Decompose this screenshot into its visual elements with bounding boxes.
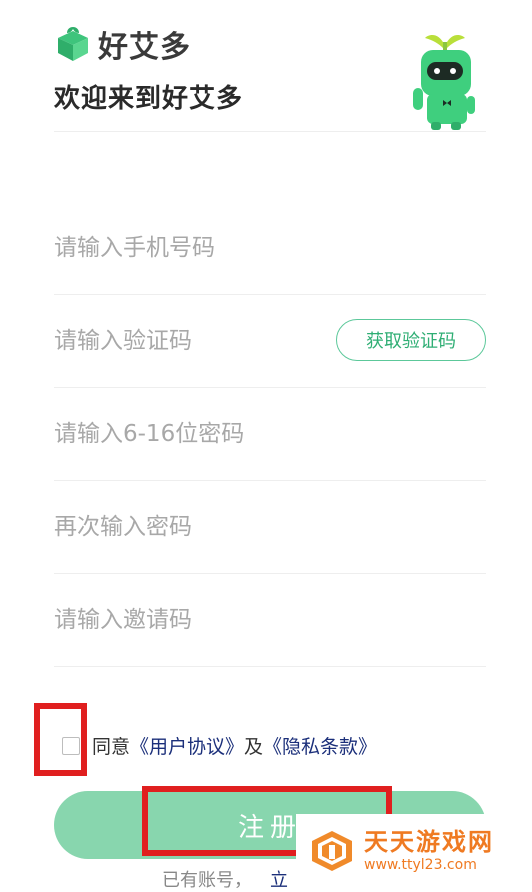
confirm-password-field — [54, 481, 486, 574]
welcome-title: 欢迎来到好艾多 — [54, 84, 244, 114]
password-field — [54, 388, 486, 481]
login-hint: 已有账号，立 — [162, 866, 288, 892]
invite-code-input[interactable] — [54, 574, 324, 666]
brand-logo-icon — [58, 27, 88, 61]
watermark-title: 天天游戏网 — [364, 828, 494, 856]
phone-field — [54, 202, 486, 295]
header: 好艾多 欢迎来到好艾多 — [0, 0, 532, 132]
user-agreement-link[interactable]: 《用户协议》 — [130, 732, 244, 759]
phone-input[interactable] — [54, 202, 324, 294]
agree-checkbox[interactable] — [62, 736, 80, 755]
get-code-button[interactable]: 获取验证码 — [336, 319, 486, 361]
invite-code-field — [54, 574, 486, 667]
header-divider — [54, 131, 486, 132]
verification-code-input[interactable] — [54, 295, 324, 387]
mascot-image — [413, 35, 475, 130]
brand-logo: 好艾多 — [54, 22, 191, 66]
privacy-link[interactable]: 《隐私条款》 — [263, 732, 377, 759]
confirm-password-input[interactable] — [54, 481, 324, 573]
password-input[interactable] — [54, 388, 324, 480]
watermark: 天天游戏网 www.ttyl23.com — [296, 814, 532, 888]
agree-and: 及 — [244, 736, 264, 758]
brand-name: 好艾多 — [98, 30, 191, 65]
agreement-row: 同意 《用户协议》 及 《隐私条款》 — [62, 732, 377, 759]
code-field: 获取验证码 — [54, 295, 486, 388]
watermark-url: www.ttyl23.com — [364, 857, 477, 873]
agree-prefix: 同意 — [92, 736, 131, 758]
watermark-logo-icon — [312, 831, 352, 871]
